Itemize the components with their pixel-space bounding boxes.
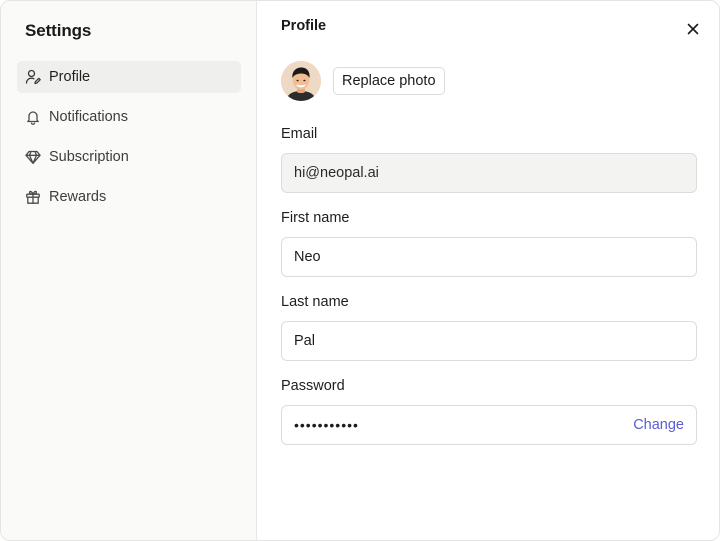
close-icon xyxy=(686,22,700,36)
password-label: Password xyxy=(281,378,345,394)
last-name-label: Last name xyxy=(281,294,349,310)
settings-dialog: Settings Profile Notifications Subscript… xyxy=(0,0,720,541)
password-field[interactable]: ••••••••••• Change xyxy=(281,405,697,445)
sidebar-item-subscription[interactable]: Subscription xyxy=(17,141,241,173)
email-value: hi@neopal.ai xyxy=(294,165,379,181)
first-name-value: Neo xyxy=(294,249,321,265)
user-edit-icon xyxy=(25,69,41,85)
sidebar-item-profile[interactable]: Profile xyxy=(17,61,241,93)
email-label: Email xyxy=(281,126,318,142)
profile-panel: Profile Replace photo Email hi@neopal.ai… xyxy=(257,1,719,540)
first-name-label: First name xyxy=(281,210,350,226)
avatar xyxy=(281,61,321,101)
last-name-value: Pal xyxy=(294,333,315,349)
sidebar-item-label: Notifications xyxy=(49,109,128,125)
close-button[interactable] xyxy=(683,19,703,39)
change-password-link[interactable]: Change xyxy=(633,406,684,444)
gift-icon xyxy=(25,189,41,205)
sidebar-item-label: Subscription xyxy=(49,149,129,165)
sidebar-item-label: Rewards xyxy=(49,189,107,205)
page-title: Profile xyxy=(281,18,327,34)
diamond-icon xyxy=(25,149,41,165)
bell-icon xyxy=(25,109,41,125)
settings-nav: Profile Notifications Subscription Rewar… xyxy=(17,61,241,221)
settings-sidebar: Settings Profile Notifications Subscript… xyxy=(1,1,257,540)
email-field: hi@neopal.ai xyxy=(281,153,697,193)
last-name-field[interactable]: Pal xyxy=(281,321,697,361)
sidebar-item-rewards[interactable]: Rewards xyxy=(17,181,241,213)
password-value: ••••••••••• xyxy=(294,417,359,433)
replace-photo-button[interactable]: Replace photo xyxy=(333,67,445,95)
sidebar-title: Settings xyxy=(25,21,92,40)
sidebar-item-notifications[interactable]: Notifications xyxy=(17,101,241,133)
sidebar-item-label: Profile xyxy=(49,69,91,85)
first-name-field[interactable]: Neo xyxy=(281,237,697,277)
